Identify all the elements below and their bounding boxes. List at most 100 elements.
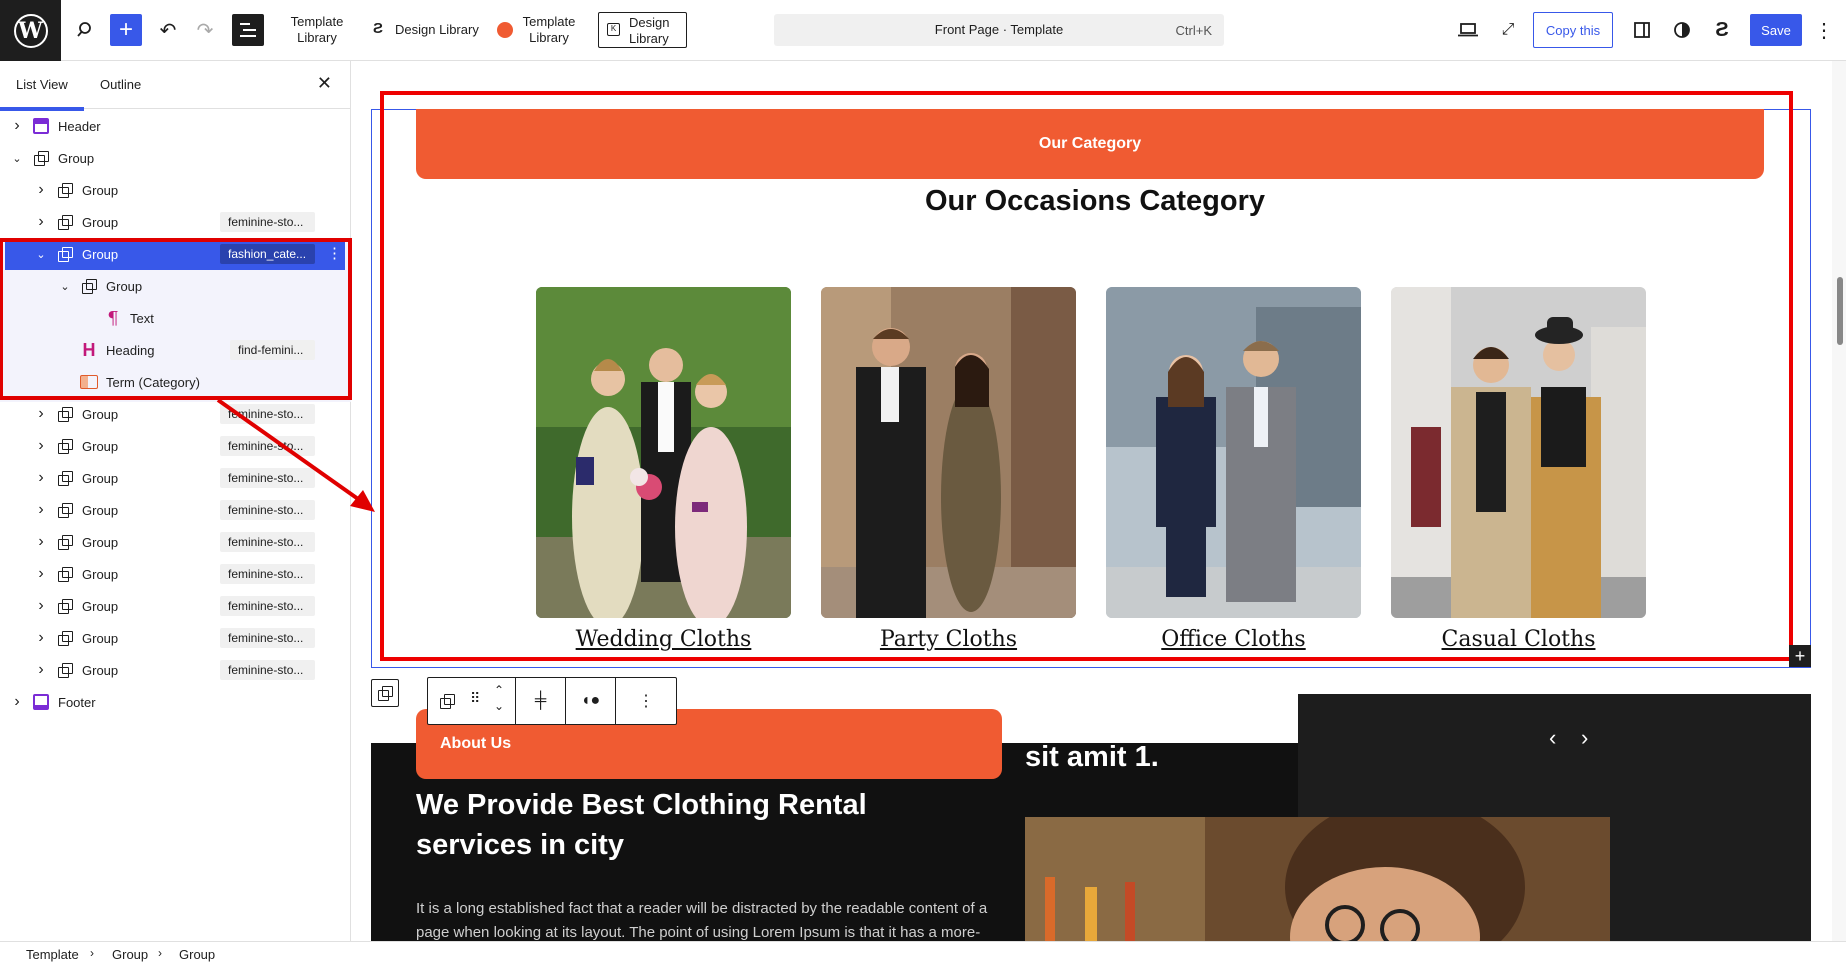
- paragraph-icon: ¶: [107, 307, 119, 329]
- list-item-label: Text: [130, 310, 154, 326]
- template-library-button-2[interactable]: Template Library: [516, 14, 582, 46]
- chevron-right-icon[interactable]: ›: [34, 437, 48, 455]
- chevron-right-icon[interactable]: ›: [34, 565, 48, 583]
- anchor-badge: find-femini...: [230, 340, 315, 360]
- list-item-label: Group: [82, 662, 119, 678]
- list-item-label: Group: [82, 534, 119, 550]
- group-icon: [56, 437, 74, 455]
- undo-icon[interactable]: ↶: [150, 12, 186, 48]
- chevron-right-icon[interactable]: ›: [34, 181, 48, 199]
- list-item[interactable]: › Group feminine-sto...: [0, 494, 350, 526]
- list-item[interactable]: › Group feminine-sto...: [0, 430, 350, 462]
- design-library-button[interactable]: Design Library: [395, 22, 479, 38]
- fullscreen-icon[interactable]: ⤢: [1490, 12, 1526, 48]
- list-item[interactable]: › Group feminine-sto...: [0, 558, 350, 590]
- desktop-preview-icon[interactable]: [1450, 12, 1486, 48]
- chevron-right-icon[interactable]: ›: [34, 213, 48, 231]
- document-bar[interactable]: Front Page · Template Ctrl+K: [774, 14, 1224, 46]
- drag-handle-icon[interactable]: ⠿: [470, 690, 480, 707]
- list-item[interactable]: › Footer: [0, 686, 350, 718]
- list-item[interactable]: › Group feminine-sto...: [0, 206, 350, 238]
- tab-list-view[interactable]: List View: [0, 77, 84, 111]
- close-icon[interactable]: ✕: [317, 73, 332, 94]
- group-icon: [32, 149, 50, 167]
- add-block-button[interactable]: +: [110, 14, 142, 46]
- list-item[interactable]: ⌄ Group fashion_cate... ⋮: [5, 238, 345, 270]
- list-item[interactable]: › Group feminine-sto...: [0, 622, 350, 654]
- editor-top-toolbar: W + ↶ ↷ Template Library Ƨ Design Librar…: [0, 0, 1846, 61]
- chevron-right-icon[interactable]: ›: [10, 693, 24, 711]
- list-item[interactable]: › Group feminine-sto...: [0, 462, 350, 494]
- design-library-button-2-frame[interactable]: K Design Library: [598, 12, 687, 48]
- group-icon: [56, 597, 74, 615]
- scrollbar-thumb[interactable]: [1837, 277, 1843, 345]
- canvas-scrollbar[interactable]: [1832, 61, 1846, 941]
- chevron-right-icon[interactable]: ›: [34, 597, 48, 615]
- list-item[interactable]: › Group feminine-sto...: [0, 590, 350, 622]
- chevron-right-icon[interactable]: ›: [34, 533, 48, 551]
- list-item-label: Heading: [106, 342, 155, 358]
- chevron-right-icon[interactable]: ›: [34, 629, 48, 647]
- move-up-down-icon[interactable]: ⌃ ⌄: [494, 682, 504, 714]
- man-with-glasses-photo[interactable]: [1025, 817, 1610, 941]
- anchor-badge: feminine-sto...: [220, 468, 315, 488]
- chevron-left-icon[interactable]: ‹: [1549, 725, 1556, 751]
- list-item[interactable]: ⌄ Group: [0, 270, 350, 302]
- block-options-icon[interactable]: ⋮: [616, 678, 676, 724]
- anchor-badge: feminine-sto...: [220, 596, 315, 616]
- document-overview-button[interactable]: [232, 14, 264, 46]
- template-library-button[interactable]: Template Library: [284, 14, 350, 46]
- chevron-right-icon[interactable]: ›: [34, 405, 48, 423]
- list-item[interactable]: › Group feminine-sto...: [0, 398, 350, 430]
- options-more-icon[interactable]: ⋮: [1806, 12, 1842, 48]
- chevron-right-icon[interactable]: ›: [1581, 725, 1588, 751]
- redo-icon[interactable]: ↷: [187, 12, 223, 48]
- breadcrumb-group-current[interactable]: Group: [179, 947, 215, 962]
- anchor-badge: feminine-sto...: [220, 532, 315, 552]
- anchor-badge: feminine-sto...: [220, 212, 315, 232]
- chevron-right-icon[interactable]: ›: [34, 661, 48, 679]
- annotation-red-box: [380, 91, 1793, 661]
- editor-canvas[interactable]: Our Category Our Occasions Category Wedd…: [351, 61, 1846, 941]
- group-icon: [56, 629, 74, 647]
- list-item[interactable]: › Group: [0, 174, 350, 206]
- add-block-after-icon[interactable]: +: [1789, 645, 1811, 667]
- chevron-down-icon[interactable]: ⌄: [58, 280, 72, 293]
- list-item-label: Term (Category): [106, 374, 200, 390]
- list-item[interactable]: › Group feminine-sto...: [0, 526, 350, 558]
- wordpress-logo-icon[interactable]: W: [0, 0, 61, 61]
- select-parent-button[interactable]: [371, 679, 399, 707]
- settings-sidebar-icon[interactable]: [1624, 12, 1660, 48]
- breadcrumb-group[interactable]: Group: [112, 947, 148, 962]
- list-item[interactable]: › Group feminine-sto...: [0, 654, 350, 686]
- chevron-right-icon[interactable]: ›: [10, 117, 24, 135]
- list-view-tabs: List View Outline ✕: [0, 61, 350, 111]
- block-type-switcher[interactable]: ⠿ ⌃ ⌄: [428, 678, 516, 724]
- plugin-s-icon[interactable]: Ƨ: [1704, 12, 1740, 48]
- right-heading-fragment[interactable]: sit amit 1.: [1025, 741, 1159, 774]
- list-item[interactable]: H Heading find-femini...: [0, 334, 350, 366]
- list-item-label: Group: [82, 214, 119, 230]
- about-paragraph[interactable]: It is a long established fact that a rea…: [416, 897, 1001, 941]
- anchor-badge: feminine-sto...: [220, 660, 315, 680]
- search-icon[interactable]: [68, 12, 104, 48]
- chevron-right-icon[interactable]: ›: [34, 501, 48, 519]
- align-icon[interactable]: ╪: [516, 678, 566, 724]
- footer-template-icon: [32, 693, 50, 711]
- breadcrumb-template[interactable]: Template: [26, 947, 79, 962]
- about-heading[interactable]: We Provide Best Clothing Rental services…: [416, 785, 936, 865]
- copy-this-button[interactable]: Copy this: [1533, 12, 1613, 48]
- list-item[interactable]: ⌄ Group: [0, 142, 350, 174]
- chevron-down-icon[interactable]: ⌄: [10, 152, 24, 165]
- row-options-icon[interactable]: ⋮: [327, 244, 342, 262]
- styles-contrast-icon[interactable]: [1664, 12, 1700, 48]
- save-button[interactable]: Save: [1750, 14, 1802, 46]
- toggle-visibility-icon[interactable]: ◖●: [566, 678, 616, 724]
- chevron-down-icon[interactable]: ⌄: [34, 248, 48, 261]
- tab-outline[interactable]: Outline: [100, 77, 141, 92]
- list-item-label: Footer: [58, 694, 96, 710]
- list-item[interactable]: › Header: [0, 110, 350, 142]
- list-item[interactable]: Term (Category): [0, 366, 350, 398]
- chevron-right-icon[interactable]: ›: [34, 469, 48, 487]
- list-item[interactable]: ¶ Text: [0, 302, 350, 334]
